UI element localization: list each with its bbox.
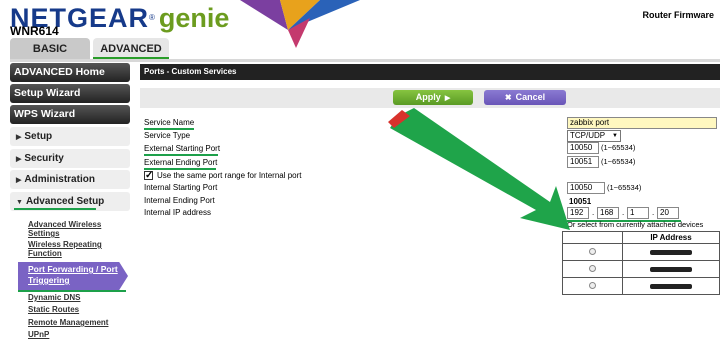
redacted-ip <box>650 283 692 289</box>
internal-ending-port-label: Internal Ending Port <box>144 196 215 205</box>
redacted-ip <box>650 266 692 272</box>
table-row[interactable] <box>562 277 720 295</box>
sidebar-item-remote-management[interactable]: Remote Management <box>28 318 128 327</box>
external-ending-port-label: External Ending Port <box>144 158 218 167</box>
ip-dot: . <box>622 208 625 217</box>
sidebar-item-static-routes[interactable]: Static Routes <box>28 305 128 314</box>
chevron-right-icon: ▶ <box>16 134 22 141</box>
wps-wizard-button[interactable]: WPS Wizard <box>10 105 130 124</box>
sidebar-item-dynamic-dns[interactable]: Dynamic DNS <box>28 293 128 302</box>
sidebar-item-wireless-repeating-function[interactable]: Wireless Repeating Function <box>28 240 128 258</box>
watermark-arrow <box>388 108 570 230</box>
router-firmware-title: Router Firmware <box>642 10 714 20</box>
page-title: Ports - Custom Services <box>140 64 720 80</box>
cancel-button[interactable]: ✖ Cancel <box>484 90 566 105</box>
header-decoration <box>240 0 360 48</box>
ip-dot: . <box>652 208 655 217</box>
arrow-right-icon: ▶ <box>444 95 451 102</box>
highlight-underline <box>14 208 96 210</box>
apply-label: Apply <box>415 92 441 102</box>
same-range-label: Use the same port range for Internal por… <box>157 171 302 180</box>
highlight-underline <box>18 290 126 292</box>
service-name-label: Service Name <box>144 118 195 127</box>
port-range-hint: (1~65534) <box>601 143 636 152</box>
sidebar-item-advanced-wireless-settings[interactable]: Advanced Wireless Settings <box>28 220 128 238</box>
table-row[interactable] <box>562 260 720 278</box>
sidebar-item-port-forwarding[interactable]: Port Forwarding / Port Triggering <box>18 262 128 290</box>
device-radio[interactable] <box>589 247 596 255</box>
tab-divider <box>10 59 720 62</box>
category-label: Advanced Setup <box>25 196 105 207</box>
category-label: Administration <box>24 174 95 185</box>
internal-starting-port-label: Internal Starting Port <box>144 183 218 192</box>
chevron-right-icon: ▶ <box>16 156 22 163</box>
chevron-right-icon: ▶ <box>16 177 22 184</box>
attached-devices-table: IP Address <box>562 231 720 295</box>
table-row[interactable] <box>562 243 720 261</box>
category-label: Security <box>24 153 64 164</box>
tab-advanced[interactable]: ADVANCED <box>93 38 169 60</box>
internal-ip-label: Internal IP address <box>144 208 212 217</box>
sidebar-category-security[interactable]: ▶ Security <box>10 149 130 168</box>
close-icon: ✖ <box>504 93 512 102</box>
advanced-home-button[interactable]: ADVANCED Home <box>10 63 130 82</box>
redacted-ip <box>650 249 692 255</box>
chevron-down-icon: ▼ <box>16 199 23 206</box>
service-type-label: Service Type <box>144 131 191 140</box>
external-starting-port-label: External Starting Port <box>144 144 221 153</box>
table-header-ip: IP Address <box>622 231 720 244</box>
cancel-label: Cancel <box>515 92 546 102</box>
same-range-checkbox[interactable]: ✓ <box>144 171 153 181</box>
port-range-hint: (1~65534) <box>607 183 642 192</box>
ip-dot: . <box>592 208 595 217</box>
tab-basic[interactable]: BASIC <box>10 38 90 60</box>
setup-wizard-button[interactable]: Setup Wizard <box>10 84 130 103</box>
port-range-hint: (1~65534) <box>601 157 636 166</box>
ip-octet-3[interactable]: 1 <box>627 207 649 219</box>
router-admin-page: NETGEAR® genie WNR614 Router Firmware BAS… <box>0 0 720 340</box>
apply-button[interactable]: Apply ▶ <box>393 90 473 105</box>
model-name: WNR614 <box>10 24 59 38</box>
ip-octet-4[interactable]: 20 <box>657 207 679 219</box>
sidebar-category-administration[interactable]: ▶ Administration <box>10 170 130 189</box>
ip-octet-2[interactable]: 168 <box>597 207 619 219</box>
chevron-down-icon: ▼ <box>612 133 618 139</box>
highlight-underline <box>144 154 218 156</box>
device-radio[interactable] <box>589 264 596 272</box>
sidebar-category-setup[interactable]: ▶ Setup <box>10 127 130 146</box>
sidebar-item-upnp[interactable]: UPnP <box>28 330 128 339</box>
product-name: genie <box>158 3 230 33</box>
category-label: Setup <box>24 131 53 142</box>
device-radio[interactable] <box>589 281 596 289</box>
highlight-underline <box>144 168 216 170</box>
highlight-underline <box>144 128 194 130</box>
